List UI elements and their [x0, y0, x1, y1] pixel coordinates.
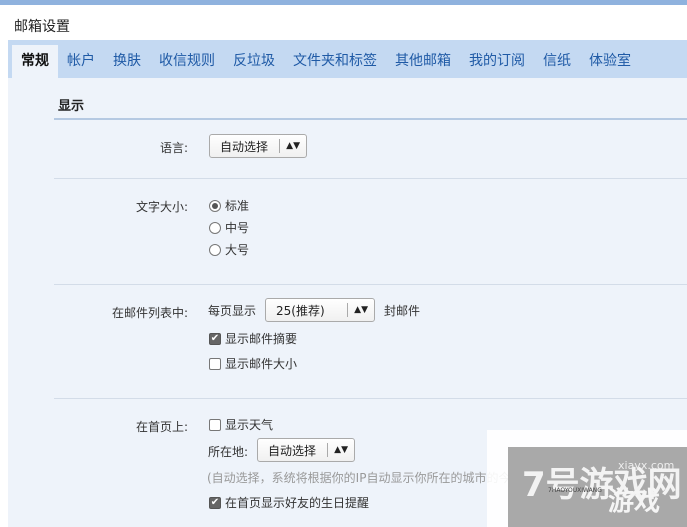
- section-divider: [54, 118, 687, 120]
- per-page-value: 25(推荐): [276, 303, 325, 318]
- tab-other-mailbox[interactable]: 其他邮箱: [386, 45, 460, 78]
- font-size-large[interactable]: 大号: [209, 241, 249, 258]
- location-label: 所在地:: [208, 445, 249, 459]
- language-select[interactable]: 自动选择 ▲▼: [209, 134, 307, 158]
- window-top-bar: [0, 0, 687, 5]
- option-label: 标准: [225, 199, 250, 213]
- section-heading: 显示: [58, 99, 85, 114]
- mail-list-label: 在邮件列表中:: [111, 306, 188, 320]
- birthday-reminder-checkbox[interactable]: ✔ 在首页显示好友的生日提醒: [209, 494, 369, 511]
- divider: [54, 178, 687, 179]
- select-arrows-icon: ▲▼: [327, 443, 354, 457]
- tab-general[interactable]: 常规: [12, 45, 58, 78]
- show-weather-checkbox[interactable]: 显示天气: [209, 416, 273, 433]
- option-label: 在首页显示好友的生日提醒: [225, 496, 370, 510]
- per-page-select[interactable]: 25(推荐) ▲▼: [265, 298, 375, 322]
- font-size-label: 文字大小:: [135, 200, 188, 214]
- checkbox-icon[interactable]: [209, 357, 221, 370]
- tab-rules[interactable]: 收信规则: [150, 45, 224, 78]
- radio-icon[interactable]: [209, 221, 221, 234]
- per-page-suffix: 封邮件: [384, 304, 421, 318]
- checkbox-icon[interactable]: [209, 418, 221, 431]
- tab-antispam[interactable]: 反垃圾: [224, 45, 284, 78]
- select-arrows-icon: ▲▼: [279, 139, 306, 153]
- font-size-medium[interactable]: 中号: [209, 219, 249, 236]
- font-size-standard[interactable]: 标准: [209, 197, 249, 214]
- option-label: 大号: [225, 243, 250, 257]
- select-arrows-icon: ▲▼: [347, 303, 374, 317]
- option-label: 中号: [225, 221, 250, 235]
- divider: [54, 284, 687, 285]
- tab-skin[interactable]: 换肤: [104, 45, 150, 78]
- radio-icon[interactable]: [209, 243, 221, 256]
- tab-account[interactable]: 帐户: [58, 45, 104, 78]
- option-label: 显示邮件大小: [225, 357, 298, 371]
- per-page-prefix: 每页显示: [208, 304, 257, 318]
- settings-tabs: 常规 帐户 换肤 收信规则 反垃圾 文件夹和标签 其他邮箱 我的订阅 信纸 体验…: [8, 40, 687, 78]
- language-label: 语言:: [159, 141, 188, 155]
- watermark-pinyin: 7HAOYOUXIWANG: [548, 487, 602, 494]
- checkbox-checked-icon[interactable]: ✔: [209, 496, 221, 509]
- checkbox-checked-icon[interactable]: ✔: [209, 332, 221, 345]
- watermark-url: xiayx.com: [618, 459, 675, 472]
- tab-subscriptions[interactable]: 我的订阅: [460, 45, 534, 78]
- tab-lab[interactable]: 体验室: [580, 45, 640, 78]
- option-label: 显示邮件摘要: [225, 332, 298, 346]
- watermark-logo: 7号游戏网 xiayx.com 7HAOYOUXIWANG 游戏: [508, 447, 687, 527]
- homepage-label: 在首页上:: [135, 420, 188, 434]
- radio-icon[interactable]: [209, 199, 221, 212]
- watermark-game: 游戏: [608, 487, 661, 517]
- tab-stationery[interactable]: 信纸: [534, 45, 580, 78]
- option-label: 显示天气: [225, 418, 274, 432]
- tab-folders-labels[interactable]: 文件夹和标签: [284, 45, 386, 78]
- location-value: 自动选择: [268, 443, 317, 458]
- divider: [54, 398, 687, 399]
- show-size-checkbox[interactable]: 显示邮件大小: [209, 355, 297, 372]
- page-title: 邮箱设置: [14, 19, 70, 35]
- location-hint: (自动选择，系统将根据你的IP自动显示你所在的城市的今明: [207, 471, 523, 485]
- show-summary-checkbox[interactable]: ✔ 显示邮件摘要: [209, 330, 297, 347]
- location-select[interactable]: 自动选择 ▲▼: [257, 438, 355, 462]
- language-value: 自动选择: [220, 139, 269, 154]
